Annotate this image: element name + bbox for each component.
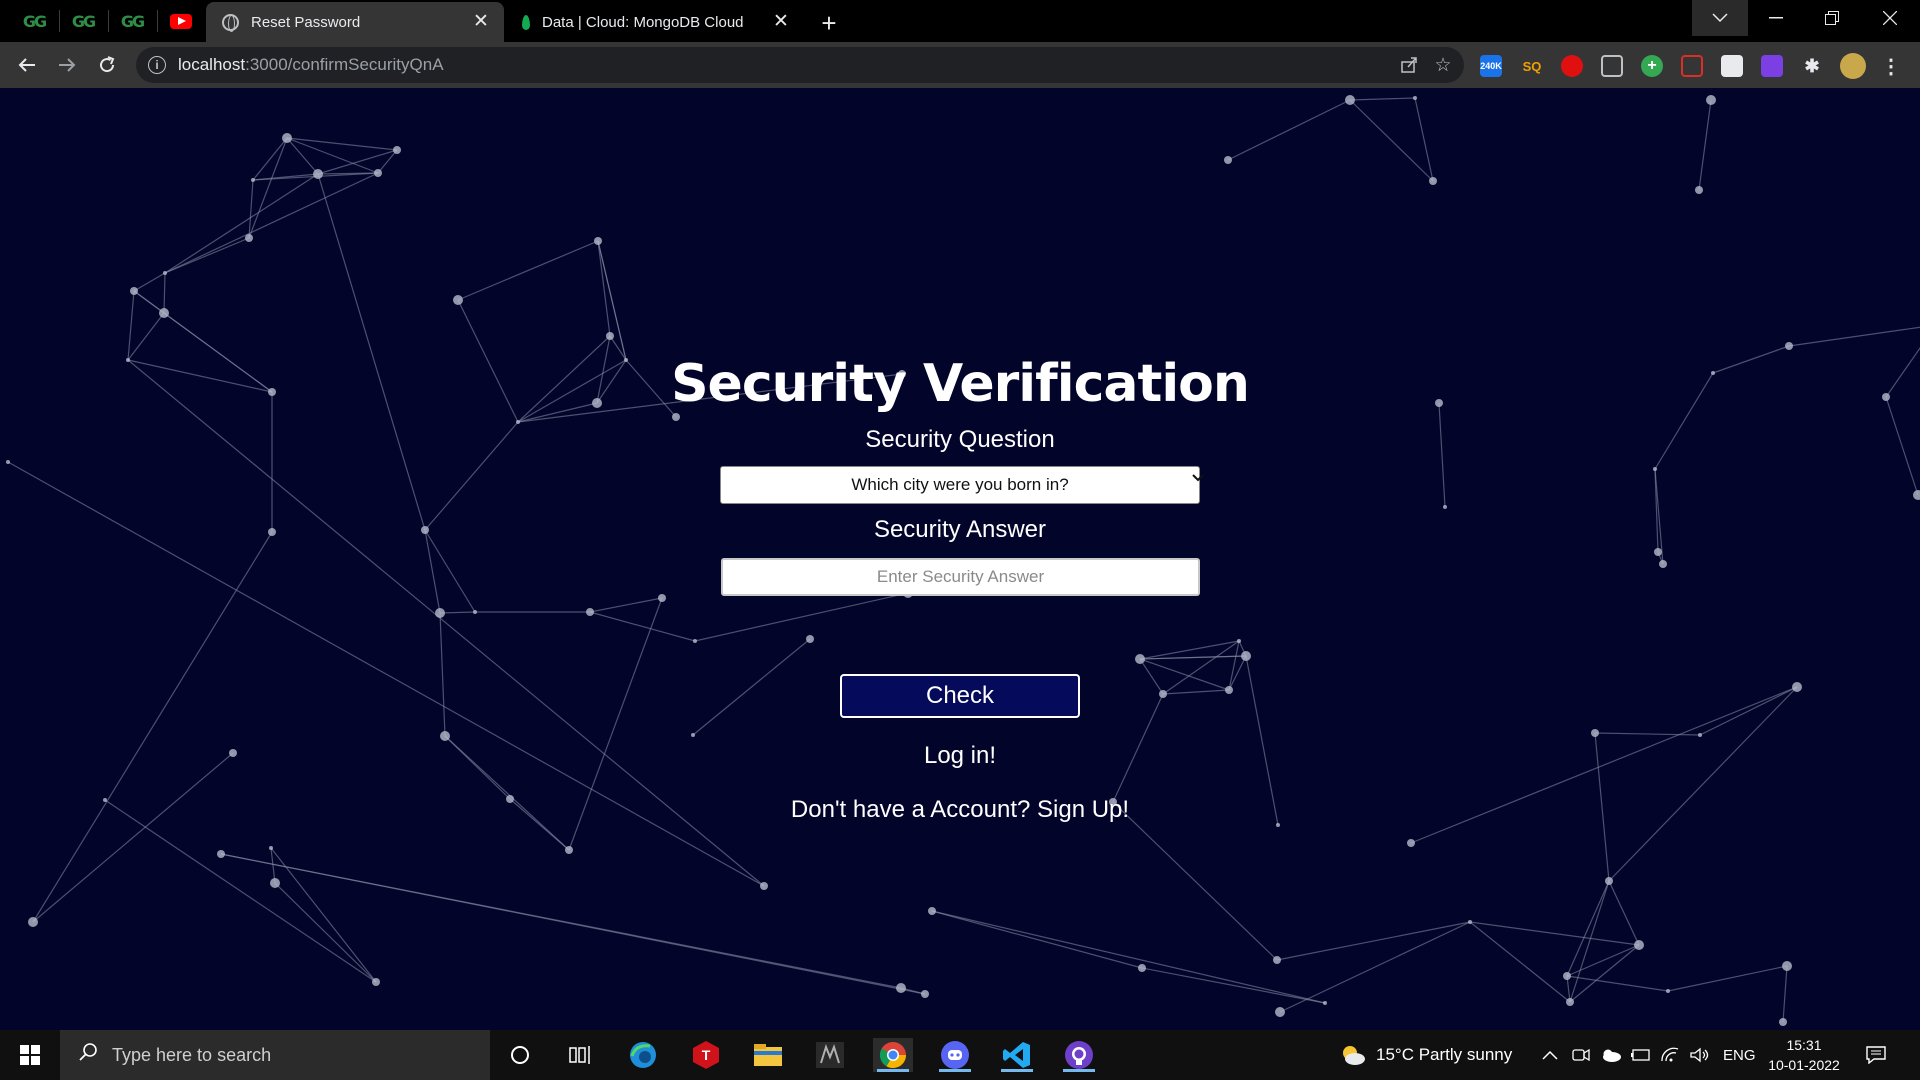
extension-glasses-icon[interactable] [1601,55,1623,77]
active-app-indicator [1001,1069,1033,1072]
tab-title: Reset Password [251,13,361,31]
minimize-icon [1769,17,1783,19]
discord-icon[interactable] [935,1038,975,1072]
task-view-icon[interactable] [560,1038,600,1072]
wifi-icon[interactable] [1660,1030,1680,1080]
page-viewport: Security Verification Security Question … [0,88,1920,1030]
t-app-icon[interactable]: T [686,1038,726,1072]
signup-link[interactable]: Don't have a Account? Sign Up! [0,796,1920,824]
tab-separator [59,10,60,32]
url-text: localhost:3000/confirmSecurityQnA [178,55,444,74]
restore-button[interactable] [1804,0,1860,36]
close-tab-icon[interactable]: ✕ [470,10,492,32]
security-verification-form: Security Verification Security Question … [0,88,1920,1030]
acer-app-icon[interactable] [810,1038,850,1072]
meet-now-icon[interactable] [1572,1030,1590,1080]
tab-title: Data | Cloud: MongoDB Cloud [542,13,744,31]
reload-icon [100,56,115,73]
page-title: Security Verification [671,354,1250,414]
chevron-down-icon [1712,13,1728,23]
tab-search-button[interactable] [1692,0,1748,36]
selected-question: Which city were you born in? [851,475,1069,494]
svg-text:T: T [702,1047,711,1063]
minimize-button[interactable] [1748,0,1804,36]
geeksforgeeks-icon: GG [22,11,47,31]
partly-sunny-icon [1343,1046,1365,1065]
close-window-button[interactable] [1862,0,1918,36]
restore-icon [1825,11,1839,25]
windows-logo-icon [20,1045,40,1065]
arrow-right-icon [59,58,76,72]
volume-icon[interactable] [1689,1030,1711,1080]
pinned-tab-4[interactable] [161,8,201,34]
back-button[interactable] [11,49,43,81]
tab-mongodb[interactable]: Data | Cloud: MongoDB Cloud ✕ [506,2,804,42]
show-hidden-icons-button[interactable] [1542,1030,1558,1080]
chevron-up-icon [1542,1050,1558,1060]
close-tab-icon[interactable]: ✕ [770,10,792,32]
pinned-tab-3[interactable]: GG [112,8,152,34]
arrow-left-icon [18,58,35,72]
bookmark-star-icon[interactable]: ☆ [1432,54,1454,76]
chrome-icon[interactable] [873,1038,913,1072]
extension-plus-icon[interactable]: + [1641,55,1663,77]
reload-button[interactable] [91,49,123,81]
tab-separator [157,10,158,32]
youtube-icon [170,13,192,29]
security-answer-label: Security Answer [873,516,1047,543]
active-app-indicator [1063,1069,1095,1072]
puzzle-icon[interactable]: ✱ [1801,55,1823,77]
check-button[interactable]: Check [840,674,1080,718]
edge-icon[interactable] [623,1038,663,1072]
globe-icon [222,13,239,32]
security-question-label: Security Question [865,426,1055,453]
clock[interactable]: 15:31 10-01-2022 [1768,1030,1840,1080]
notification-center-icon[interactable] [1866,1030,1886,1080]
extension-stop-icon[interactable] [1561,55,1583,77]
mongodb-leaf-icon [522,14,530,30]
share-icon[interactable] [1398,54,1420,76]
tab-strip: GG GG GG Reset Password ✕ Data | Cloud: … [0,0,1920,42]
menu-dots-icon[interactable]: ⋮ [1880,55,1902,78]
extension-sq-icon[interactable]: SQ [1521,55,1543,77]
clock-time: 15:31 [1786,1037,1822,1053]
pinned-tab-2[interactable]: GG [63,8,103,34]
github-desktop-icon[interactable] [1059,1038,1099,1072]
info-icon[interactable]: i [148,56,166,74]
vscode-icon[interactable] [997,1038,1037,1072]
input-language[interactable]: ENG [1723,1030,1756,1080]
browser-toolbar: i localhost:3000/confirmSecurityQnA ☆ 24… [0,42,1920,88]
geeksforgeeks-icon: GG [120,11,145,31]
file-explorer-icon[interactable] [748,1038,788,1072]
forward-button[interactable] [51,49,83,81]
close-icon [1883,11,1897,25]
extension-chart-icon[interactable] [1681,55,1703,77]
extension-bars-icon[interactable] [1721,55,1743,77]
new-tab-button[interactable]: + [812,8,846,38]
weather-widget[interactable]: 15°C Partly sunny [1340,1030,1512,1080]
clock-date: 10-01-2022 [1768,1057,1840,1073]
search-placeholder: Type here to search [112,1044,272,1065]
taskbar-search-box[interactable]: Type here to search [60,1030,490,1080]
address-bar[interactable]: i localhost:3000/confirmSecurityQnA ☆ [136,47,1464,83]
security-answer-input[interactable]: Enter Security Answer [721,558,1200,596]
login-link[interactable]: Log in! [0,742,1920,770]
pinned-tab-1[interactable]: GG [14,8,54,34]
extension-240k-icon[interactable]: 240K [1480,55,1502,77]
battery-icon[interactable] [1631,1030,1651,1080]
search-icon [78,1042,98,1068]
cortana-icon[interactable] [500,1038,540,1072]
weather-text: 15°C Partly sunny [1376,1045,1513,1064]
windows-taskbar: Type here to search T 15°C Partly sunny [0,1030,1920,1080]
tab-separator [108,10,109,32]
active-app-indicator [877,1069,909,1072]
tab-reset-password[interactable]: Reset Password ✕ [206,2,504,42]
extension-purple-icon[interactable] [1761,55,1783,77]
profile-avatar[interactable] [1840,53,1866,79]
onedrive-cloud-icon[interactable] [1600,1030,1622,1080]
security-question-select[interactable]: Which city were you born in? [720,466,1204,504]
start-button[interactable] [6,1030,54,1080]
geeksforgeeks-icon: GG [71,11,96,31]
active-app-indicator [939,1069,971,1072]
